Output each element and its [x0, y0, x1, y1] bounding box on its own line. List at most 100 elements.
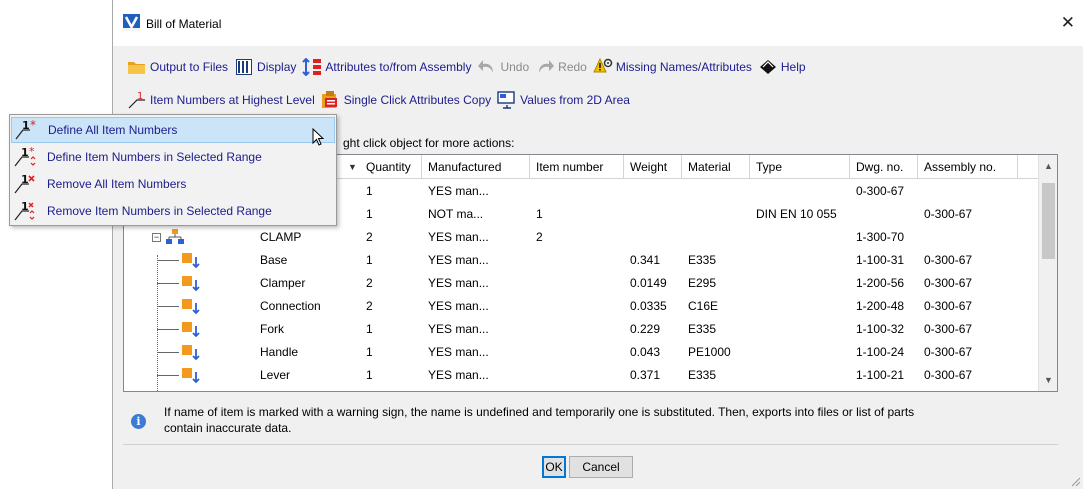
table-cell-asm: 0-300-67 [924, 276, 973, 290]
values-from-2d-area-button[interactable]: Values from 2D Area [497, 91, 630, 109]
undo-icon [477, 58, 497, 76]
table-row[interactable]: Connection 2 YES man... 0.0335 C16E 1-200-48 0… [124, 295, 1038, 318]
menu-item-define-item-numbers-in-selected-range[interactable]: 1 * Define Item Numbers in Selected Range [11, 144, 335, 170]
table-cell-man: YES man... [428, 230, 489, 244]
toolbar-row-1: Output to Files Display Attributes to/fr… [127, 56, 812, 78]
table-row[interactable]: Lever 1 YES man... 0.371 E335 1-100-21 0-300-6… [124, 364, 1038, 387]
table-cell-dwg [850, 203, 918, 226]
missing-names-attributes-button[interactable]: Missing Names/Attributes [593, 58, 752, 76]
mouse-pointer-icon [312, 128, 325, 146]
help-diamond-icon [758, 58, 778, 76]
table-cell-dwg: 0-300-67 [856, 184, 905, 198]
table-cell-name: Connection [260, 299, 321, 313]
sort-down-icon[interactable]: ▼ [348, 155, 357, 179]
tree-connector [157, 352, 179, 353]
column-header[interactable]: Item number [530, 155, 624, 179]
tree-connector [157, 375, 179, 376]
table-cell-mat: E335 [688, 368, 717, 382]
column-header[interactable]: Manufactured [422, 155, 530, 179]
2d-area-icon [497, 91, 517, 109]
output-to-files-button[interactable]: Output to Files [127, 58, 228, 76]
close-icon[interactable]: ✕ [1061, 13, 1075, 33]
divider [123, 444, 1058, 445]
column-header[interactable]: Weight [624, 155, 682, 179]
undo-button[interactable]: Undo [477, 58, 529, 76]
column-header[interactable]: Dwg. no. [850, 155, 918, 179]
part-icon [182, 368, 200, 384]
table-row[interactable]: Handle 1 YES man... 0.043 PE1000 1-100-24 0-30… [124, 341, 1038, 364]
attribute-copy-icon [321, 91, 341, 109]
scroll-up-icon[interactable]: ▲ [1039, 157, 1057, 175]
table-cell-weight: 0.043 [630, 345, 661, 359]
table-cell-item [530, 272, 624, 295]
table-cell-qty: 1 [366, 368, 373, 382]
table-cell-item [530, 341, 624, 364]
resize-grip-icon[interactable] [1071, 477, 1081, 487]
bill-of-material-window: Bill of Material ✕ Output to Files Displ… [112, 0, 1083, 489]
item-numbers-at-highest-level-button[interactable]: 1 Item Numbers at Highest Level [127, 91, 315, 109]
column-header[interactable]: Quantity [360, 155, 422, 179]
attributes-to-from-assembly-label: Attributes to/from Assembly [325, 60, 472, 74]
table-cell-dwg: 1-200-56 [856, 276, 905, 290]
remove-all-icon: 1 [13, 173, 41, 195]
menu-item-define-all-item-numbers[interactable]: 1 * Define All Item Numbers [11, 117, 335, 143]
cancel-button[interactable]: Cancel [569, 456, 633, 478]
menu-item-label: Define All Item Numbers [48, 123, 178, 137]
table-cell-weight: 0.371 [630, 368, 661, 382]
table-cell-asm: 0-300-67 [924, 207, 973, 221]
collapse-toggle-icon[interactable]: − [152, 233, 161, 242]
svg-text:1: 1 [21, 146, 29, 159]
window-title: Bill of Material [146, 17, 222, 31]
display-button[interactable]: Display [234, 58, 296, 76]
tree-connector [157, 283, 179, 284]
remove-range-icon: 1 [13, 200, 41, 222]
part-icon [182, 322, 200, 338]
table-cell-man: YES man... [428, 184, 489, 198]
menu-item-remove-item-numbers-in-selected-range[interactable]: 1 Remove Item Numbers in Selected Range [11, 198, 335, 224]
table-cell-name: Lever [260, 368, 291, 382]
table-row[interactable]: Clamper 2 YES man... 0.0149 E295 1-200-56 0-30… [124, 272, 1038, 295]
table-row[interactable]: − CLAMP 2 YES man... 2 1-300-70 [124, 226, 1038, 249]
info-message: If name of item is marked with a warning… [164, 405, 915, 435]
table-cell-type [750, 295, 850, 318]
table-row[interactable]: Base 1 YES man... 0.341 E335 1-100-31 0-300-67 [124, 249, 1038, 272]
menu-item-remove-all-item-numbers[interactable]: 1 Remove All Item Numbers [11, 171, 335, 197]
table-cell-man: NOT ma... [428, 207, 484, 221]
single-click-attributes-copy-button[interactable]: Single Click Attributes Copy [321, 91, 491, 109]
table-cell-dwg: 1-100-21 [856, 368, 905, 382]
scroll-thumb[interactable] [1042, 183, 1055, 259]
help-button[interactable]: Help [758, 58, 806, 76]
table-row[interactable]: Fork 1 YES man... 0.229 E335 1-100-32 0-300-67 [124, 318, 1038, 341]
table-cell-mat: E335 [688, 322, 717, 336]
table-cell-name: Base [260, 253, 288, 267]
table-cell-man: YES man... [428, 322, 489, 336]
svg-text:1: 1 [21, 173, 29, 186]
table-cell-mat: PE1000 [688, 345, 731, 359]
table-cell-name: Fork [260, 322, 284, 336]
tree-connector [157, 260, 179, 261]
table-cell-qty: 1 [366, 184, 373, 198]
table-cell-asm [918, 226, 1018, 249]
ok-button[interactable]: OK [542, 456, 566, 478]
table-cell-type: DIN EN 10 055 [756, 207, 837, 221]
redo-label: Redo [558, 60, 587, 74]
vertical-scrollbar[interactable]: ▲ ▼ [1038, 155, 1057, 391]
part-icon [182, 345, 200, 361]
table-cell-weight [624, 203, 682, 226]
table-cell-item: 1 [536, 207, 543, 221]
column-header[interactable]: Type [750, 155, 850, 179]
tree-connector [157, 329, 179, 330]
attributes-to-from-assembly-button[interactable]: Attributes to/from Assembly [302, 58, 471, 76]
redo-button[interactable]: Redo [535, 58, 587, 76]
svg-text:*: * [29, 146, 35, 158]
column-header[interactable]: Material [682, 155, 750, 179]
table-cell-dwg: 1-200-48 [856, 299, 905, 313]
columns-icon [234, 58, 254, 76]
table-cell-asm [918, 180, 1018, 203]
column-header[interactable]: Assembly no. [918, 155, 1018, 179]
scroll-down-icon[interactable]: ▼ [1039, 371, 1057, 389]
item-number-icon: 1 [127, 91, 147, 109]
table-cell-asm: 0-300-67 [924, 322, 973, 336]
table-cell-asm: 0-300-67 [924, 299, 973, 313]
define-all-icon: 1 * [14, 118, 42, 141]
